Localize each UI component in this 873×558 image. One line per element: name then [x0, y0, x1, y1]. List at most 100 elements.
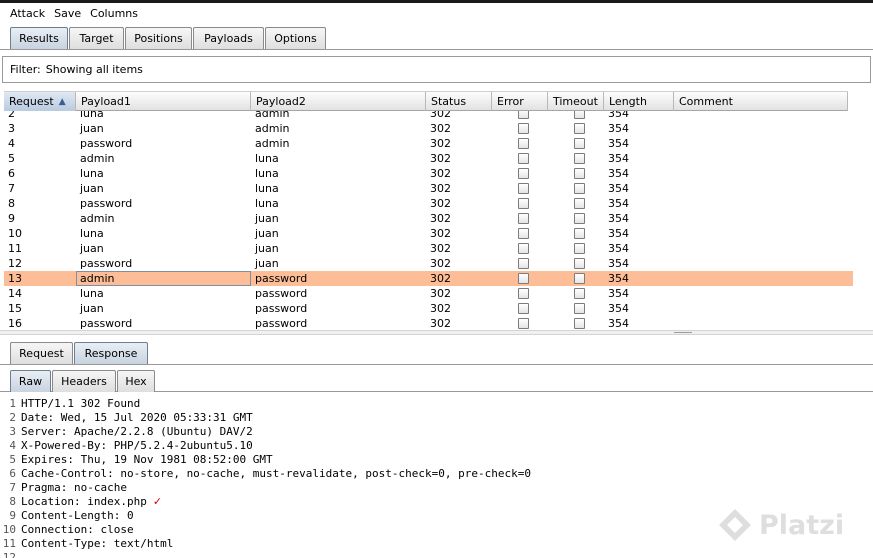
cell-payload2: luna	[255, 197, 279, 210]
timeout-checkbox[interactable]	[574, 228, 585, 239]
filter-bar[interactable]: Filter: Showing all items	[2, 56, 871, 83]
error-checkbox[interactable]	[518, 258, 529, 269]
tab-payloads[interactable]: Payloads	[193, 27, 264, 49]
response-line-text: HTTP/1.1 302 Found	[21, 396, 141, 410]
timeout-checkbox[interactable]	[574, 318, 585, 329]
main-tab-bar: Results Target Positions Payloads Option…	[0, 23, 873, 50]
tab-headers[interactable]: Headers	[52, 370, 116, 392]
timeout-checkbox[interactable]	[574, 303, 585, 314]
cell-length: 354	[608, 242, 629, 255]
error-checkbox[interactable]	[518, 228, 529, 239]
error-checkbox[interactable]	[518, 288, 529, 299]
timeout-checkbox[interactable]	[574, 123, 585, 134]
table-row[interactable]: 15 juan password 302 354	[4, 301, 853, 316]
cell-request: 6	[8, 167, 15, 180]
error-checkbox[interactable]	[518, 243, 529, 254]
column-header-request[interactable]: Request ▲	[4, 92, 76, 111]
cell-request: 5	[8, 152, 15, 165]
table-row[interactable]: 11 juan juan 302 354	[4, 241, 853, 256]
table-row[interactable]: 6 luna luna 302 354	[4, 166, 853, 181]
timeout-checkbox[interactable]	[574, 213, 585, 224]
error-checkbox[interactable]	[518, 303, 529, 314]
timeout-checkbox[interactable]	[574, 138, 585, 149]
table-row[interactable]: 14 luna password 302 354	[4, 286, 853, 301]
column-header-payload2[interactable]: Payload2	[251, 92, 426, 111]
error-checkbox[interactable]	[518, 138, 529, 149]
line-number: 10	[2, 522, 16, 536]
cell-request: 7	[8, 182, 15, 195]
timeout-checkbox[interactable]	[574, 288, 585, 299]
error-checkbox[interactable]	[518, 123, 529, 134]
table-row[interactable]: 16 password password 302 354	[4, 316, 853, 330]
tab-raw[interactable]: Raw	[10, 370, 51, 392]
column-header-length[interactable]: Length	[604, 92, 674, 111]
error-checkbox[interactable]	[518, 213, 529, 224]
cell-timeout	[548, 241, 604, 256]
splitter-grip[interactable]	[674, 332, 692, 335]
tab-target[interactable]: Target	[69, 27, 124, 49]
timeout-checkbox[interactable]	[574, 168, 585, 179]
cell-error	[492, 316, 548, 330]
error-checkbox[interactable]	[518, 198, 529, 209]
tab-results[interactable]: Results	[10, 27, 68, 49]
response-line-text: Server: Apache/2.2.8 (Ubuntu) DAV/2	[21, 424, 253, 438]
tab-options[interactable]: Options	[265, 27, 326, 49]
error-checkbox[interactable]	[518, 273, 529, 284]
line-number: 8	[9, 494, 16, 508]
cell-payload2: luna	[255, 182, 279, 195]
table-row[interactable]: 8 password luna 302 354	[4, 196, 853, 211]
cell-comment	[674, 286, 848, 301]
menu-columns[interactable]: Columns	[90, 7, 138, 20]
cell-payload1: password	[80, 317, 133, 330]
cell-length: 354	[608, 212, 629, 225]
cell-payload2: password	[255, 272, 308, 285]
cell-payload1: juan	[80, 242, 104, 255]
table-row[interactable]: 9 admin juan 302 354	[4, 211, 853, 226]
cell-length: 354	[608, 287, 629, 300]
table-row[interactable]: 4 password admin 302 354	[4, 136, 853, 151]
response-line: 7 Pragma: no-cache	[0, 480, 873, 494]
cell-length: 354	[608, 197, 629, 210]
column-header-payload1[interactable]: Payload1	[76, 92, 251, 111]
error-checkbox[interactable]	[518, 153, 529, 164]
cell-length: 354	[608, 227, 629, 240]
cell-status: 302	[430, 152, 451, 165]
column-header-comment[interactable]: Comment	[674, 92, 848, 111]
tab-request[interactable]: Request	[10, 342, 73, 364]
tab-hex[interactable]: Hex	[117, 370, 155, 392]
timeout-checkbox[interactable]	[574, 243, 585, 254]
menu-attack[interactable]: Attack	[10, 7, 45, 20]
cell-status: 302	[430, 227, 451, 240]
cell-request: 4	[8, 137, 15, 150]
timeout-checkbox[interactable]	[574, 198, 585, 209]
table-row[interactable]: 10 luna juan 302 354	[4, 226, 853, 241]
pane-splitter[interactable]	[0, 330, 873, 335]
cell-comment	[674, 301, 848, 316]
tab-positions[interactable]: Positions	[125, 27, 192, 49]
column-header-status[interactable]: Status	[426, 92, 492, 111]
column-header-timeout[interactable]: Timeout	[548, 92, 604, 111]
timeout-checkbox[interactable]	[574, 273, 585, 284]
timeout-checkbox[interactable]	[574, 258, 585, 269]
filter-value: Showing all items	[45, 63, 143, 76]
menu-save[interactable]: Save	[54, 7, 81, 20]
table-row[interactable]: 12 password juan 302 354	[4, 256, 853, 271]
cell-length: 354	[608, 122, 629, 135]
tab-response[interactable]: Response	[74, 342, 148, 364]
cell-request: 12	[8, 257, 22, 270]
table-row[interactable]: 5 admin luna 302 354	[4, 151, 853, 166]
table-row[interactable]: 3 juan admin 302 354	[4, 121, 853, 136]
cell-payload1: luna	[80, 167, 104, 180]
error-checkbox[interactable]	[518, 318, 529, 329]
error-checkbox[interactable]	[518, 168, 529, 179]
column-header-error[interactable]: Error	[492, 92, 548, 111]
cell-status: 302	[430, 182, 451, 195]
timeout-checkbox[interactable]	[574, 153, 585, 164]
line-number: 7	[9, 480, 16, 494]
timeout-checkbox[interactable]	[574, 183, 585, 194]
error-checkbox[interactable]	[518, 183, 529, 194]
cell-comment	[674, 166, 848, 181]
table-row[interactable]: 13 admin password 302 354	[4, 271, 853, 286]
table-row[interactable]: 7 juan luna 302 354	[4, 181, 853, 196]
cell-error	[492, 181, 548, 196]
